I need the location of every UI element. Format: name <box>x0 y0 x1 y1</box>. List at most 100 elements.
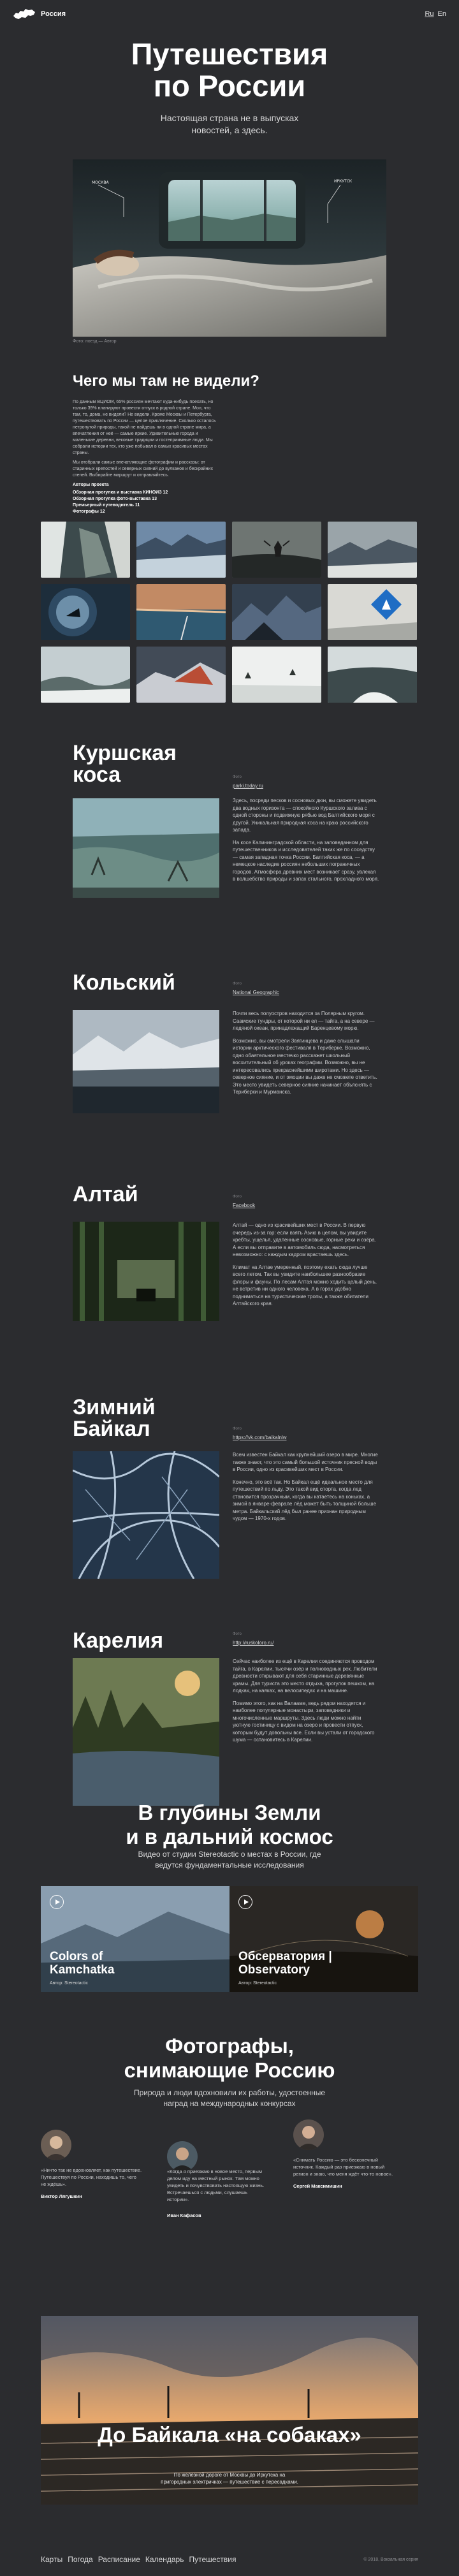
credit-2[interactable]: Обзорная прогулка фото-выставка 13 <box>73 497 157 501</box>
play-icon[interactable] <box>50 1895 64 1909</box>
hero-photo-caption: Фото: поезд — Автор <box>73 339 117 344</box>
stereo-title: В глубины Земли и в дальний космос <box>0 1801 459 1849</box>
quote-text: «Снимать Россию — это бесконечный источн… <box>293 2157 393 2177</box>
section-title-line1: Кольский <box>73 970 175 995</box>
grid-photo-3[interactable] <box>232 522 321 578</box>
photographer-name: Виктор Лягушкин <box>41 2193 82 2199</box>
intro-paragraph-1: По данным ВЦИОМ, 65% россиян мечтают куд… <box>73 400 216 455</box>
footer-link-maps[interactable]: Карты <box>41 2555 62 2564</box>
hero-title-line1: Путешествия <box>131 37 328 71</box>
section-title-line1: Зимний <box>73 1395 156 1419</box>
grid-photo-6[interactable] <box>136 584 226 640</box>
photo-kolsky <box>73 1010 219 1113</box>
grid-photo-1[interactable] <box>41 522 130 578</box>
video-card-kamchatka[interactable]: Colors of Kamchatka Автор: Stereotactic <box>41 1886 229 1992</box>
photographer-name: Иван Кафасов <box>167 2213 201 2218</box>
photographers-title-line2: снимающие Россию <box>124 2058 335 2082</box>
quote-text: «Когда я приезжаю в новое место, первым … <box>167 2169 265 2202</box>
source-label: Фото <box>233 1427 242 1431</box>
intro-text: По данным ВЦИОМ, 65% россиян мечтают куд… <box>73 399 219 515</box>
play-icon[interactable] <box>238 1895 252 1909</box>
source-link[interactable]: Facebook <box>233 1203 255 1208</box>
footer-link-schedule[interactable]: Расписание <box>98 2555 140 2564</box>
section-paragraph: Возможно, вы смотрели Звягинцева и даже … <box>233 1037 377 1095</box>
grid-photo-11[interactable] <box>232 647 321 703</box>
top-bar: Россия Ru En <box>0 0 459 28</box>
section-title-line1: Алтай <box>73 1182 138 1206</box>
photo-karelia <box>73 1658 219 1806</box>
credit-3[interactable]: Премьерный путеводитель 11 <box>73 503 140 508</box>
grid-photo-4[interactable] <box>328 522 417 578</box>
lang-en[interactable]: En <box>438 10 446 18</box>
section-text-altai: Алтай — одно из красивейших мест в Росси… <box>233 1222 379 1313</box>
source-link[interactable]: National Geographic <box>233 990 279 995</box>
section-paragraph: Конечно, это всё так. Но Байкал ещё идеа… <box>233 1479 377 1522</box>
grid-photo-5[interactable] <box>41 584 130 640</box>
section-source: Фото https://vk.com/baikalnlw <box>233 1426 286 1441</box>
section-paragraph: На косе Калининградской области, на запо… <box>233 839 379 882</box>
avatar[interactable] <box>41 2130 71 2160</box>
video-title: Colors of Kamchatka <box>50 1950 115 1977</box>
source-label: Фото <box>233 1195 242 1199</box>
section-title-line2: коса <box>73 763 121 787</box>
hero-title-line2: по России <box>153 69 306 103</box>
section-source: Фото National Geographic <box>233 981 279 996</box>
section-source: Фото parki.today.ru <box>233 774 263 789</box>
logo-text: Россия <box>41 10 66 18</box>
section-paragraph: Сейчас наиболее из ещё в Карелии соединя… <box>233 1658 377 1694</box>
video-author: Автор: Stereotactic <box>50 1981 88 1986</box>
section-text-baikal: Всем известен Байкал как крупнейший озер… <box>233 1451 379 1528</box>
source-link[interactable]: parki.today.ru <box>233 783 263 789</box>
photo-grid <box>41 522 418 703</box>
grid-photo-10[interactable] <box>136 647 226 703</box>
copyright: © 2018, Вокзальная серия <box>363 2557 418 2562</box>
grid-photo-8[interactable] <box>328 584 417 640</box>
section-title-line2: Байкал <box>73 1417 150 1441</box>
source-link[interactable]: http://ruskoloro.ru/ <box>233 1640 273 1646</box>
credit-4[interactable]: Фотографы 12 <box>73 509 105 514</box>
grid-photo-2[interactable] <box>136 522 226 578</box>
video-card-observatory[interactable]: Обсерватория | Observatory Автор: Stereot… <box>229 1886 418 1992</box>
grid-photo-7[interactable] <box>232 584 321 640</box>
photographers-title: Фотографы, снимающие Россию <box>0 2034 459 2082</box>
svg-text:МОСКВА: МОСКВА <box>92 180 109 185</box>
avatar[interactable] <box>167 2141 198 2172</box>
section-title-altai: Алтай <box>73 1183 138 1205</box>
section-title-baikal: Зимний Байкал <box>73 1396 156 1440</box>
russia-map-icon <box>13 9 35 19</box>
section-title-kolsky: Кольский <box>73 972 175 993</box>
lang-ru[interactable]: Ru <box>425 10 433 18</box>
avatar[interactable] <box>293 2119 324 2150</box>
section-text-karelia: Сейчас наиболее из ещё в Карелии соединя… <box>233 1658 379 1749</box>
credit-1[interactable]: Обзорная прогулка и выставка КИНОИЗ 12 <box>73 490 168 495</box>
footer-link-calendar[interactable]: Календарь <box>145 2555 184 2564</box>
stereo-title-line2: и в дальний космос <box>126 1825 333 1848</box>
section-paragraph: Почти весь полуостров находится за Поляр… <box>233 1011 375 1031</box>
credits-title: Авторы проекта <box>73 483 109 487</box>
footer-link-weather[interactable]: Погода <box>68 2555 93 2564</box>
section-paragraph: Здесь, посреди песков и сосновых дюн, вы… <box>233 798 377 833</box>
footer-link-travel[interactable]: Путешествия <box>189 2555 236 2564</box>
source-link[interactable]: https://vk.com/baikalnlw <box>233 1435 286 1440</box>
section-title-line1: Карелия <box>73 1628 164 1653</box>
source-label: Фото <box>233 1632 242 1636</box>
site-logo[interactable]: Россия <box>13 7 66 21</box>
hero-title: Путешествия по России <box>0 38 459 102</box>
section-paragraph: Климат на Алтае умеренный, поэтому ехать… <box>233 1264 377 1307</box>
language-switch: Ru En <box>425 10 446 18</box>
photographers-title-line1: Фотографы, <box>165 2034 294 2058</box>
grid-photo-9[interactable] <box>41 647 130 703</box>
hero-subtitle: Настоящая страна не в выпусках новостей,… <box>160 113 299 135</box>
footer: Карты Погода Расписание Календарь Путеше… <box>0 2543 459 2576</box>
photo-kurshskaya <box>73 798 219 898</box>
photographers-subtitle: Природа и люди вдохновили их работы, удо… <box>133 2088 326 2108</box>
stereo-title-line1: В глубины Земли <box>138 1801 321 1824</box>
stereo-subtitle: Видео от студии Stereotactic о местах в … <box>138 1850 321 1870</box>
photographer-name: Сергей Максимишин <box>293 2183 342 2189</box>
photo-baikal-ice <box>73 1451 219 1579</box>
hero-photo-train: МОСКВА ИРКУТСК <box>73 159 386 337</box>
grid-photo-12[interactable] <box>328 647 417 703</box>
section-source: Фото Facebook <box>233 1194 255 1209</box>
source-label: Фото <box>233 982 242 986</box>
section-paragraph: Всем известен Байкал как крупнейший озер… <box>233 1452 378 1472</box>
